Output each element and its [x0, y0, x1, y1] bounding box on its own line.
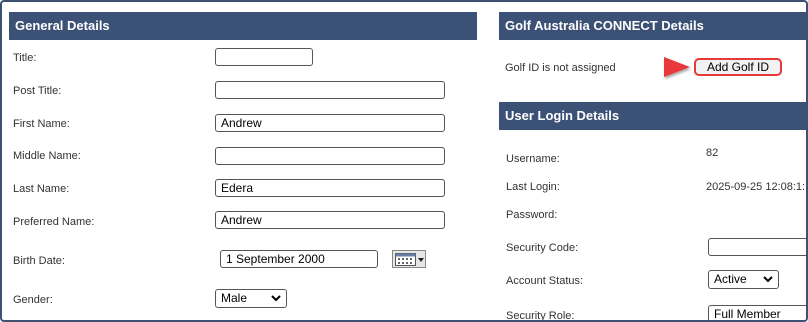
security-role-label: Security Role: — [506, 310, 575, 322]
last-login-label: Last Login: — [506, 181, 560, 193]
post-title-input[interactable] — [215, 81, 445, 99]
title-input[interactable] — [215, 48, 313, 66]
arrow-right-icon — [624, 57, 690, 77]
gender-select-value: Male — [221, 291, 248, 305]
general-details-header: General Details — [9, 12, 477, 40]
chevron-down-icon — [763, 271, 773, 294]
account-status-value: Active — [714, 272, 747, 286]
account-status-label: Account Status: — [506, 275, 584, 287]
security-role-value: Full Member — [714, 307, 781, 321]
calendar-button[interactable] — [392, 250, 426, 268]
preferred-name-input[interactable]: Andrew — [215, 211, 445, 229]
last-name-label: Last Name: — [13, 183, 70, 195]
first-name-input[interactable]: Andrew — [215, 114, 445, 132]
user-login-header: User Login Details — [499, 102, 806, 130]
account-status-select[interactable]: Active — [708, 270, 779, 289]
add-golf-id-button[interactable]: Add Golf ID — [694, 58, 782, 76]
birth-date-input[interactable]: 1 September 2000 — [220, 250, 378, 268]
gender-label: Gender: — [13, 294, 53, 306]
title-label: Title: — [13, 52, 37, 64]
preferred-name-label: Preferred Name: — [13, 216, 95, 228]
birth-date-label: Birth Date: — [13, 255, 65, 267]
chevron-down-icon — [271, 290, 281, 313]
security-code-label: Security Code: — [506, 242, 579, 254]
last-login-value: 2025-09-25 12:08:1: — [706, 181, 806, 193]
password-label: Password: — [506, 209, 558, 221]
calendar-icon — [395, 253, 425, 269]
member-details-frame: General Details Title: Post Title: First… — [0, 0, 808, 322]
golf-id-status: Golf ID is not assigned — [505, 62, 616, 74]
security-code-input[interactable] — [708, 238, 806, 256]
username-value: 82 — [706, 147, 719, 159]
gender-select[interactable]: Male — [215, 289, 287, 308]
security-role-select[interactable]: Full Member — [708, 305, 806, 321]
middle-name-label: Middle Name: — [13, 150, 81, 162]
first-name-label: First Name: — [13, 118, 70, 130]
username-label: Username: — [506, 153, 560, 165]
middle-name-input[interactable] — [215, 147, 445, 165]
golf-connect-header: Golf Australia CONNECT Details — [499, 12, 806, 40]
post-title-label: Post Title: — [13, 85, 62, 97]
last-name-input[interactable]: Edera — [215, 179, 445, 197]
